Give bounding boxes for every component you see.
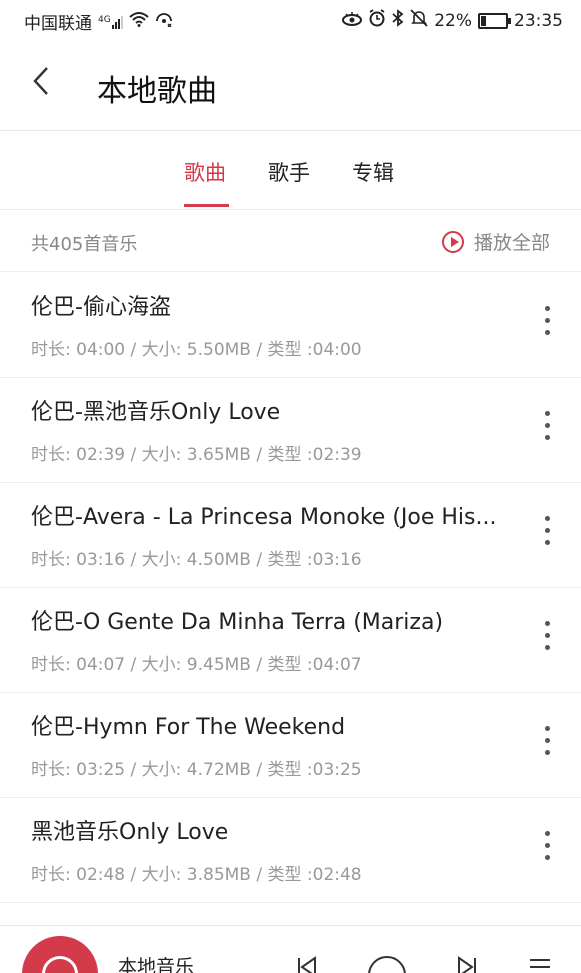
title-bar: 本地歌曲 xyxy=(0,40,581,131)
carrier-label: 中国联通 xyxy=(24,14,92,34)
hotspot-icon xyxy=(155,11,173,32)
more-options-icon[interactable] xyxy=(537,516,557,552)
mute-icon xyxy=(410,9,428,32)
chevron-left-icon[interactable] xyxy=(30,64,60,104)
summary-row: 共405首音乐 播放全部 xyxy=(0,210,581,272)
more-options-icon[interactable] xyxy=(537,831,557,867)
song-title: 伦巴-偷心海盗 xyxy=(31,295,171,320)
more-options-icon[interactable] xyxy=(537,621,557,657)
list-item[interactable]: 伦巴-偷心海盗 时长: 04:00 / 大小: 5.50MB / 类型 :04:… xyxy=(0,272,581,378)
list-item[interactable]: 伦巴-O Gente Da Minha Terra (Mariza) 时长: 0… xyxy=(0,587,581,693)
active-tab-indicator xyxy=(184,204,229,207)
song-title: 黑池音乐Only Love xyxy=(31,820,229,845)
battery-percent: 22% xyxy=(434,10,472,31)
more-options-icon[interactable] xyxy=(537,306,557,342)
player-title: 本地音乐 xyxy=(118,956,195,973)
list-item[interactable]: 伦巴-Avera - La Princesa Monoke (Joe His..… xyxy=(0,482,581,588)
song-title: 伦巴-Avera - La Princesa Monoke (Joe His..… xyxy=(31,505,497,530)
play-all-label: 播放全部 xyxy=(473,232,550,254)
status-left: 中国联通 4G xyxy=(24,9,173,34)
song-meta: 时长: 02:39 / 大小: 3.65MB / 类型 :02:39 xyxy=(31,445,362,465)
network-label: 4G xyxy=(98,14,111,25)
album-art-icon[interactable] xyxy=(22,936,98,973)
more-options-icon[interactable] xyxy=(537,726,557,762)
previous-track-icon[interactable] xyxy=(296,956,318,973)
battery-fill xyxy=(481,15,486,26)
song-title: 伦巴-黑池音乐Only Love xyxy=(31,400,281,425)
signal-icon: 4G xyxy=(98,15,123,29)
song-meta: 时长: 03:16 / 大小: 4.50MB / 类型 :03:16 xyxy=(31,550,362,570)
next-track-icon[interactable] xyxy=(456,956,478,973)
tab-bar: 歌曲 歌手 专辑 xyxy=(0,130,581,210)
status-bar: 中国联通 4G 22% 23:35 xyxy=(0,0,581,40)
eye-icon xyxy=(342,11,363,31)
play-circle-icon xyxy=(441,230,464,253)
song-meta: 时长: 04:00 / 大小: 5.50MB / 类型 :04:00 xyxy=(31,340,362,360)
more-options-icon[interactable] xyxy=(537,411,557,447)
list-item[interactable]: 伦巴-黑池音乐Only Love 时长: 02:39 / 大小: 3.65MB … xyxy=(0,377,581,483)
play-all-button[interactable]: 播放全部 xyxy=(441,228,550,255)
list-item[interactable]: 黑池音乐Only Love 时长: 02:48 / 大小: 3.85MB / 类… xyxy=(0,797,581,903)
tab-albums[interactable]: 专辑 xyxy=(352,157,394,187)
status-right: 22% 23:35 xyxy=(342,9,563,32)
wifi-icon xyxy=(129,11,149,32)
playlist-icon[interactable] xyxy=(528,956,552,973)
alarm-icon xyxy=(368,9,386,32)
battery-icon xyxy=(478,12,511,29)
list-item[interactable]: 伦巴-Hymn For The Weekend 时长: 03:25 / 大小: … xyxy=(0,692,581,798)
mini-player[interactable]: 本地音乐 xyxy=(0,925,581,973)
song-count: 共405首音乐 xyxy=(31,234,138,255)
tab-songs[interactable]: 歌曲 xyxy=(184,157,226,187)
tab-artists[interactable]: 歌手 xyxy=(268,157,310,187)
page-title: 本地歌曲 xyxy=(97,74,217,109)
song-title: 伦巴-O Gente Da Minha Terra (Mariza) xyxy=(31,610,444,635)
song-meta: 时长: 04:07 / 大小: 9.45MB / 类型 :04:07 xyxy=(31,655,362,675)
play-button[interactable] xyxy=(368,956,406,973)
song-meta: 时长: 02:48 / 大小: 3.85MB / 类型 :02:48 xyxy=(31,865,362,885)
song-meta: 时长: 03:25 / 大小: 4.72MB / 类型 :03:25 xyxy=(31,760,362,780)
clock: 23:35 xyxy=(514,10,563,31)
song-title: 伦巴-Hymn For The Weekend xyxy=(31,715,346,740)
bluetooth-icon xyxy=(392,9,404,32)
